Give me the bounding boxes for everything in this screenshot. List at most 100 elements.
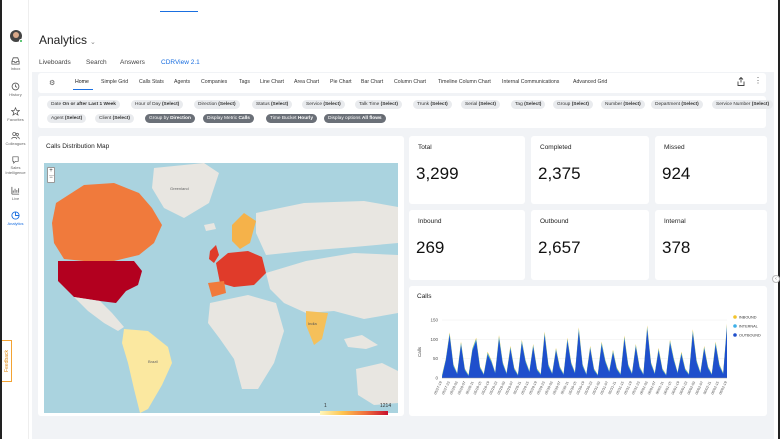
rail-item-live[interactable]: Live bbox=[2, 186, 29, 201]
rail-label: History bbox=[9, 92, 22, 97]
map-title: Calls Distribution Map bbox=[46, 143, 110, 150]
tab-cdrview[interactable]: CDRView 2.1 bbox=[161, 59, 200, 66]
rail-label: Sales Intelligence bbox=[5, 165, 26, 175]
rail-label: Colleagues bbox=[5, 141, 26, 146]
map-label-greenland: Greenland bbox=[170, 186, 189, 191]
zoom-in-button[interactable]: + bbox=[49, 168, 53, 174]
stat-value: 924 bbox=[662, 164, 691, 183]
subtab-internal-communications[interactable]: Internal Communications bbox=[502, 79, 559, 85]
filter-chip[interactable]: Group (Select) bbox=[553, 100, 594, 109]
map-iceland bbox=[204, 223, 216, 231]
calls-area-chart: 050100150Calls05/27-1905/27-2305/28-0305… bbox=[417, 315, 761, 395]
filter-chip[interactable]: Group by Direction bbox=[145, 114, 195, 123]
filter-chip-label: Group by bbox=[149, 116, 169, 121]
filter-chip[interactable]: Talk Time (Select) bbox=[355, 100, 402, 109]
rail-item-inbox[interactable]: Inbox bbox=[2, 56, 29, 71]
filter-chip-value: (Select) bbox=[270, 102, 289, 107]
active-tab-indicator bbox=[160, 11, 198, 12]
filter-chip[interactable]: Display options All flows bbox=[324, 114, 386, 123]
more-options-icon[interactable]: ⋮ bbox=[754, 77, 762, 85]
map-india bbox=[306, 311, 328, 345]
rail-label: Live bbox=[11, 196, 20, 201]
map-legend-gradient bbox=[320, 411, 388, 415]
map-iberia bbox=[208, 281, 226, 297]
filter-chip[interactable]: Status (Select) bbox=[252, 100, 293, 109]
filter-chip[interactable]: Department (Select) bbox=[651, 100, 703, 109]
filter-chip-label: Tag bbox=[515, 102, 523, 107]
stat-value: 2,375 bbox=[538, 164, 581, 183]
collapse-handle[interactable]: ‹ bbox=[772, 275, 780, 283]
filter-chip-value: (Select) bbox=[218, 102, 236, 107]
rail-item-favorites[interactable]: Favorites bbox=[2, 107, 29, 122]
subtab-bar-chart[interactable]: Bar Chart bbox=[361, 79, 383, 85]
legend-marker bbox=[733, 324, 737, 328]
rail-item-sales-intelligence[interactable]: Sales Intelligence bbox=[2, 155, 29, 175]
map-russia bbox=[256, 201, 398, 255]
legend-marker bbox=[733, 333, 737, 337]
subtab-home[interactable]: Home bbox=[75, 79, 89, 85]
subtab-area-chart[interactable]: Area Chart bbox=[294, 79, 319, 85]
filter-chip-value: (Select) bbox=[430, 102, 448, 107]
map-zoom-control[interactable]: + − bbox=[47, 167, 55, 183]
filter-chip[interactable]: Hour of Day (Select) bbox=[131, 100, 184, 109]
subtab-calls-stats[interactable]: Calls Stats bbox=[139, 79, 164, 85]
rail-item-analytics[interactable]: Analytics bbox=[2, 211, 29, 226]
chevron-right-icon[interactable]: › bbox=[382, 114, 384, 120]
subtab-tags[interactable]: Tags bbox=[239, 79, 250, 85]
filter-chip[interactable]: Date On or after Last 1 Week bbox=[47, 100, 120, 109]
filter-chip[interactable]: Trunk (Select) bbox=[413, 100, 452, 109]
filter-chip[interactable]: Direction (Select) bbox=[194, 100, 240, 109]
filter-chip[interactable]: Serial (Select) bbox=[461, 100, 500, 109]
rail-item-colleagues[interactable]: Colleagues bbox=[2, 131, 29, 146]
app-frame: Inbox History Favorites Colleagues Sales… bbox=[0, 0, 780, 439]
filter-chip-value: Direction bbox=[170, 116, 191, 121]
filter-chip[interactable]: Client (Select) bbox=[95, 114, 134, 123]
legend-label: INTERNAL bbox=[739, 324, 758, 328]
filter-chip-value: (Select) bbox=[623, 102, 641, 107]
gear-icon[interactable]: ⚙ bbox=[49, 79, 55, 87]
tab-search[interactable]: Search bbox=[86, 59, 107, 66]
filter-chip[interactable]: Time Bucket Hourly bbox=[266, 114, 318, 123]
filter-chip[interactable]: Tag (Select) bbox=[511, 100, 546, 109]
map-label-brazil: Brazil bbox=[148, 359, 158, 364]
filter-chip-label: Hour of Day bbox=[135, 102, 161, 107]
filter-chip[interactable]: Number (Select) bbox=[601, 100, 645, 109]
stat-value: 3,299 bbox=[416, 164, 459, 183]
filter-chip[interactable]: Service Number (Select) bbox=[712, 100, 774, 109]
rail-label: Favorites bbox=[7, 117, 24, 122]
share-icon[interactable] bbox=[737, 77, 745, 86]
page-title[interactable]: Analytics ⌄ bbox=[39, 33, 96, 47]
y-axis-label: Calls bbox=[417, 346, 422, 357]
subtab-companies[interactable]: Companies bbox=[201, 79, 227, 85]
y-tick-label: 50 bbox=[433, 356, 439, 361]
filter-chip-value: (Select) bbox=[323, 102, 341, 107]
filter-chip[interactable]: Service (Select) bbox=[302, 100, 345, 109]
rail-item-history[interactable]: History bbox=[2, 82, 29, 97]
subtab-line-chart[interactable]: Line Chart bbox=[260, 79, 284, 85]
filter-chip[interactable]: Display Metric Calls bbox=[203, 114, 254, 123]
subtab-pie-chart[interactable]: Pie Chart bbox=[330, 79, 352, 85]
map-australia bbox=[356, 363, 398, 405]
filter-chip-value: (Select) bbox=[681, 102, 699, 107]
filter-chip-label: Talk Time bbox=[359, 102, 380, 107]
subtab-timeline-column-chart[interactable]: Timeline Column Chart bbox=[438, 79, 491, 85]
filter-chip-label: Service bbox=[306, 102, 322, 107]
tab-answers[interactable]: Answers bbox=[120, 59, 145, 66]
filter-chip-value: (Select) bbox=[161, 102, 180, 107]
map-canada bbox=[52, 183, 162, 261]
legend-label: INBOUND bbox=[739, 315, 757, 319]
subtab-simple-grid[interactable]: Simple Grid bbox=[101, 79, 128, 85]
tab-liveboards[interactable]: Liveboards bbox=[39, 59, 71, 66]
filter-chip-value: (Select) bbox=[478, 102, 496, 107]
feedback-button[interactable]: Feedback bbox=[2, 340, 12, 382]
subtab-agents[interactable]: Agents bbox=[174, 79, 190, 85]
presence-indicator bbox=[19, 39, 23, 43]
subtab-column-chart[interactable]: Column Chart bbox=[394, 79, 426, 85]
subtab-advanced-grid[interactable]: Advanced Grid bbox=[573, 79, 607, 85]
filter-chip-value: Calls bbox=[238, 116, 250, 121]
calls-distribution-map[interactable]: Greenland Brazil India + − bbox=[44, 163, 398, 413]
map-africa bbox=[208, 295, 284, 389]
filter-chip-label: Status bbox=[256, 102, 270, 107]
filter-chip[interactable]: Agent (Select) bbox=[47, 114, 87, 123]
filter-chip-value: (Select) bbox=[380, 102, 398, 107]
